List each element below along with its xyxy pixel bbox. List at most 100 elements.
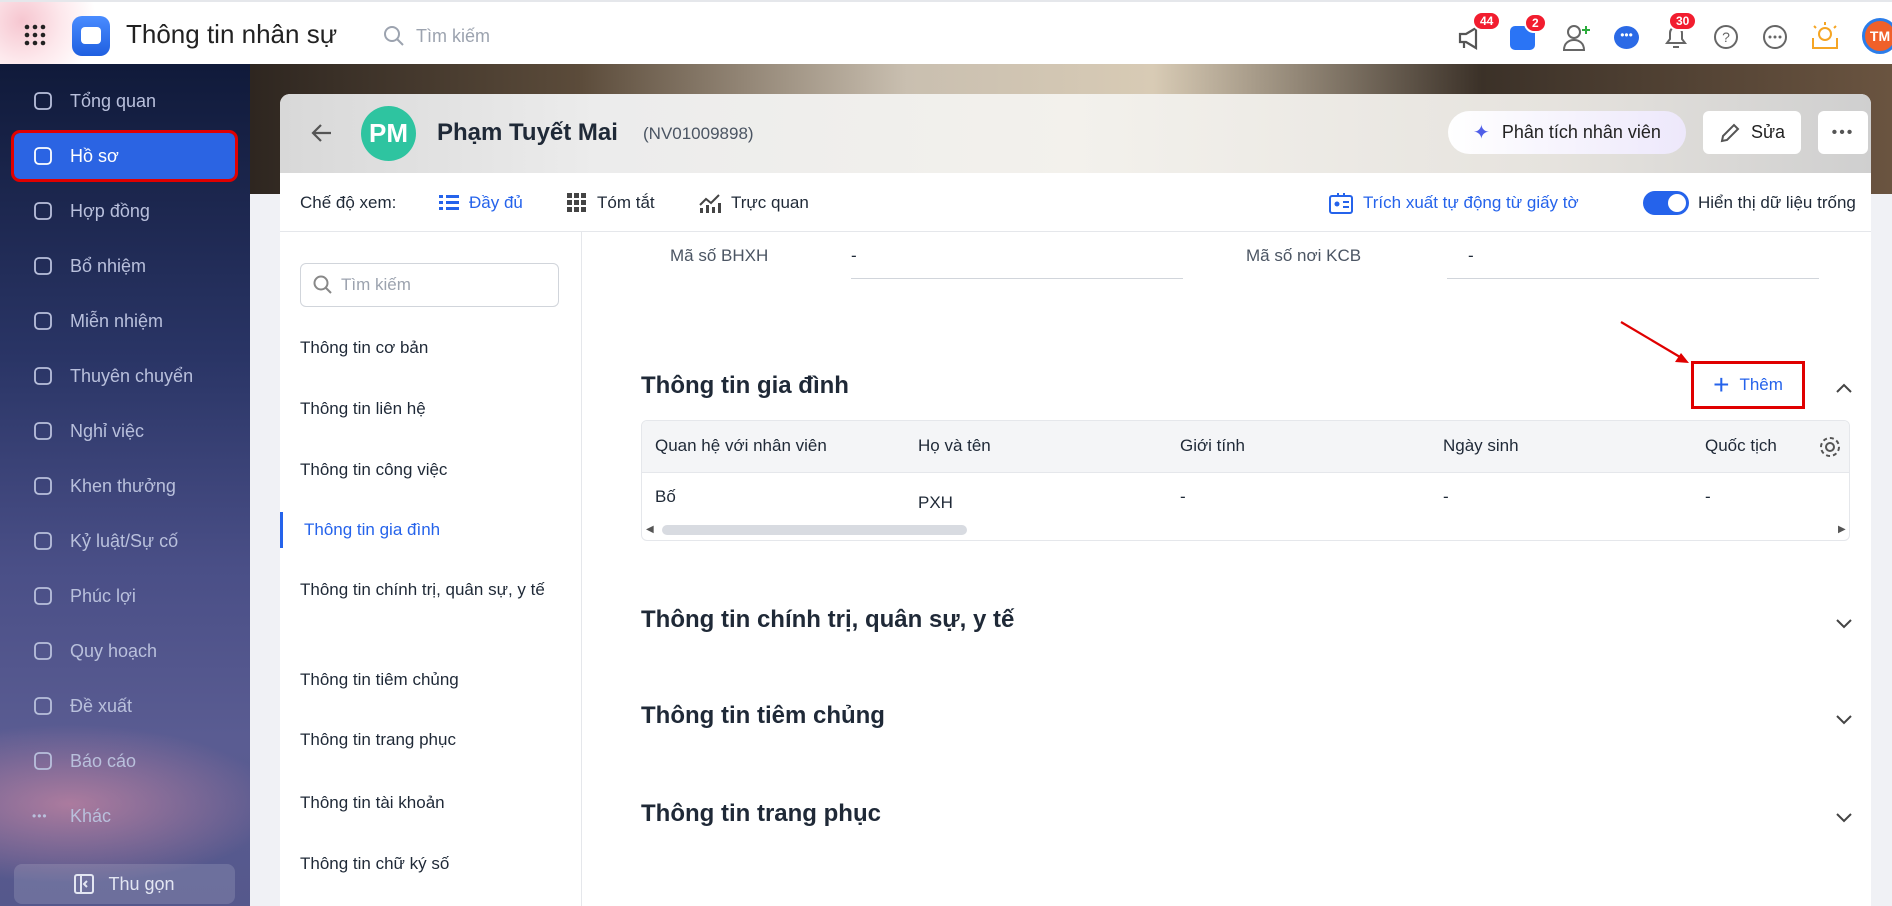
user-minus-icon [34, 312, 52, 330]
add-user-icon[interactable] [1562, 22, 1592, 52]
award-icon [34, 477, 52, 495]
section-title[interactable]: Thông tin tiêm chủng [641, 702, 885, 730]
sidebar-item-label: Hồ sơ [70, 145, 119, 166]
kcb-underline [1447, 278, 1819, 279]
sidebar-item-11[interactable]: Đề xuất [14, 683, 235, 729]
edit-button[interactable]: Sửa [1703, 111, 1801, 154]
sidebar-item-9[interactable]: Phúc lợi [14, 573, 235, 619]
back-arrow-icon[interactable] [311, 123, 333, 143]
chevron-down-icon[interactable] [1833, 708, 1855, 730]
list-icon [439, 194, 459, 210]
section-nav-item[interactable]: Thông tin tài khoản [300, 789, 560, 817]
section-nav-item[interactable]: Thông tin gia đình [304, 516, 564, 544]
shield-icon [34, 532, 52, 550]
chevron-down-icon[interactable] [1833, 806, 1855, 828]
collapse-icon [74, 874, 95, 894]
table-cell: - [1705, 487, 1711, 506]
user-avatar[interactable]: TM [1862, 18, 1892, 54]
show-empty-label: Hiển thị dữ liệu trống [1698, 192, 1856, 212]
sidebar-item-label: Tổng quan [70, 90, 157, 111]
sidebar-item-7[interactable]: Khen thưởng [14, 463, 235, 509]
auto-extract-label: Trích xuất tự động từ giấy tờ [1363, 192, 1579, 212]
add-family-member-button[interactable]: + Thêm [1691, 361, 1805, 409]
column-header: Họ và tên [918, 436, 991, 455]
auto-extract-button[interactable]: Trích xuất tự động từ giấy tờ [1329, 173, 1579, 232]
table-cell: Bố [655, 487, 676, 506]
column-header: Giới tính [1180, 436, 1246, 455]
sidebar-item-label: Miễn nhiệm [70, 310, 164, 331]
section-nav-item[interactable]: Thông tin liên hệ [300, 395, 560, 423]
view-mode-label: Chế độ xem: [300, 192, 397, 212]
section-nav-item[interactable]: Thông tin tiêm chủng [300, 666, 560, 694]
chat-icon[interactable]: ••• [1614, 26, 1639, 49]
sidebar-item-label: Kỷ luật/Sự cố [70, 530, 179, 551]
column-header: Ngày sinh [1443, 436, 1519, 455]
more-icon: ••• [32, 809, 48, 823]
sidebar-item-13[interactable]: ••• Khác [14, 793, 235, 839]
section-nav-item[interactable]: Thông tin chữ ký số [300, 850, 560, 878]
search-icon [384, 26, 404, 46]
sidebar-item-label: Nghỉ việc [70, 420, 145, 441]
sidebar-item-12[interactable]: Báo cáo [14, 738, 235, 784]
family-section-title: Thông tin gia đình [641, 372, 849, 399]
view-mode-summary[interactable]: Tóm tắt [567, 173, 655, 232]
notification-badge: 30 [1668, 11, 1698, 31]
help-icon[interactable]: ? [1713, 24, 1739, 50]
sidebar-item-label: Bổ nhiệm [70, 255, 147, 276]
transfer-icon [34, 367, 52, 385]
sidebar-item-label: Hợp đồng [70, 200, 150, 221]
section-title[interactable]: Thông tin chính trị, quân sự, y tế [641, 606, 1014, 634]
analyze-employee-button[interactable]: ✦ Phân tích nhân viên [1448, 111, 1686, 154]
user-icon [34, 147, 52, 165]
employee-avatar: PM [361, 106, 416, 161]
global-search-input[interactable]: Tìm kiếm [416, 26, 490, 47]
chevron-up-icon[interactable] [1833, 377, 1855, 399]
analyze-label: Phân tích nhân viên [1501, 122, 1661, 142]
section-title[interactable]: Thông tin trang phục [641, 800, 881, 828]
section-nav-item[interactable]: Thông tin trang phục [300, 726, 560, 754]
annotation-arrow [1620, 321, 1689, 363]
view-mode-full[interactable]: Đầy đủ [439, 173, 523, 232]
chevron-down-icon[interactable] [1833, 612, 1855, 634]
section-nav-item[interactable]: Thông tin chính trị, quân sự, y tế [300, 576, 560, 604]
sidebar-item-4[interactable]: Miễn nhiệm [14, 298, 235, 344]
profile-header: PM Phạm Tuyết Mai (NV01009898) ✦ Phân tíc… [280, 94, 1871, 173]
collapse-label: Thu gọn [108, 873, 175, 894]
column-settings-icon[interactable] [1818, 435, 1842, 459]
show-empty-toggle[interactable] [1643, 191, 1689, 215]
active-indicator [280, 512, 283, 548]
table-cell: - [1443, 487, 1449, 506]
more-apps-icon[interactable] [1762, 24, 1788, 50]
scroll-left-icon[interactable]: ◀ [646, 524, 654, 535]
collapse-button[interactable]: Thu gọn [14, 864, 235, 904]
sidebar-item-3[interactable]: Bổ nhiệm [14, 243, 235, 289]
sidebar-item-label: Quy hoạch [70, 640, 158, 661]
employee-code: (NV01009898) [643, 124, 754, 143]
family-table: Quan hệ với nhân viên Họ và tên Giới tính N… [641, 420, 1850, 541]
view-mode-full-label: Đầy đủ [469, 192, 523, 212]
sidebar-item-label: Thuyên chuyển [70, 365, 194, 386]
app-grid-icon[interactable] [24, 24, 46, 46]
section-nav-item[interactable]: Thông tin cơ bản [300, 334, 560, 362]
pencil-icon [1720, 123, 1740, 142]
sidebar-item-8[interactable]: Kỷ luật/Sự cố [14, 518, 235, 564]
sidebar-item-5[interactable]: Thuyên chuyển [14, 353, 235, 399]
sidebar-item-10[interactable]: Quy hoạch [14, 628, 235, 674]
sidebar-item-2[interactable]: Hợp đồng [14, 188, 235, 234]
section-nav-item[interactable]: Thông tin công việc [300, 456, 560, 484]
section-search-input[interactable]: Tìm kiếm [300, 263, 559, 307]
scroll-right-icon[interactable]: ▶ [1838, 524, 1846, 535]
sidebar-item-1[interactable]: Hồ sơ [11, 130, 238, 182]
kcb-label: Mã số nơi KCB [1246, 246, 1362, 265]
cart-badge: 2 [1524, 13, 1547, 33]
view-mode-visual[interactable]: Trực quan [699, 173, 809, 232]
horizontal-scrollbar[interactable] [662, 525, 967, 535]
sidebar-item-label: Đề xuất [70, 695, 133, 716]
sidebar-item-0[interactable]: Tổng quan [14, 78, 235, 124]
view-mode-bar: Chế độ xem: Đầy đủ Tóm tắt Trực quan Trí… [280, 173, 1871, 232]
sidebar-item-6[interactable]: Nghỉ việc [14, 408, 235, 454]
more-options-button[interactable]: ••• [1818, 111, 1868, 154]
pie-chart-icon [34, 752, 52, 770]
lightbulb-book-icon[interactable] [1811, 22, 1839, 52]
sidebar-item-label: Khác [70, 805, 112, 826]
